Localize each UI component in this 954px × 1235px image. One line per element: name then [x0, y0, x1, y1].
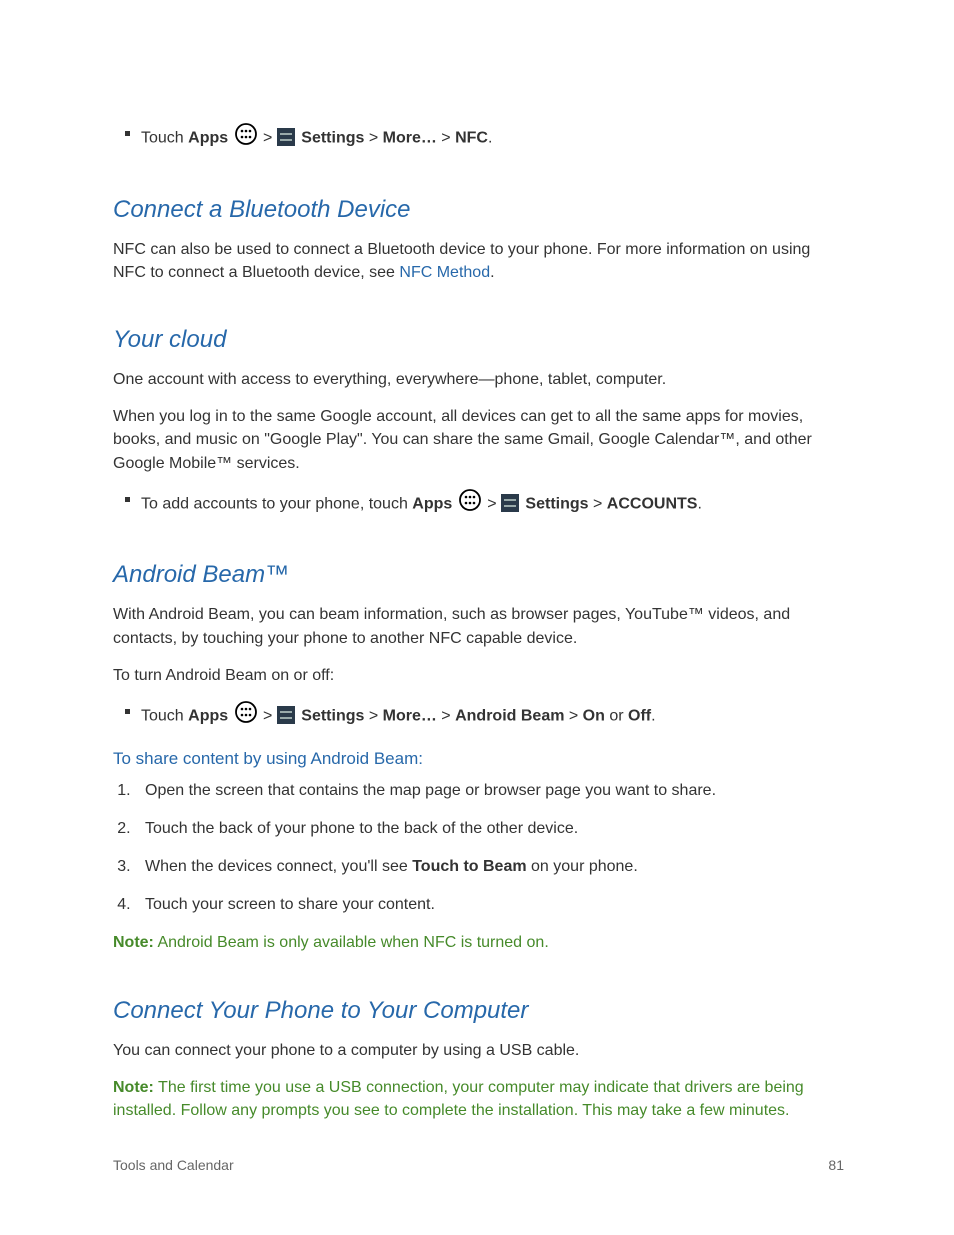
- bullet-list: To add accounts to your phone, touch App…: [113, 489, 844, 520]
- separator: >: [364, 707, 382, 724]
- text: or: [605, 707, 628, 724]
- apps-icon: [235, 123, 257, 154]
- settings-icon: [501, 494, 519, 512]
- subheading-share-content: To share content by using Android Beam:: [113, 749, 844, 769]
- paragraph: NFC can also be used to connect a Blueto…: [113, 238, 844, 284]
- settings-label: Settings: [297, 130, 365, 147]
- paragraph: One account with access to everything, e…: [113, 368, 844, 391]
- text: When the devices connect, you'll see: [145, 858, 412, 875]
- nav-path-list: Touch Apps > Settings > More… > NFC.: [113, 123, 844, 154]
- settings-icon: [277, 128, 295, 146]
- note-text: The first time you use a USB connection,…: [113, 1079, 804, 1119]
- settings-label: Settings: [521, 495, 589, 512]
- more-label: More…: [383, 707, 437, 724]
- separator: >: [564, 707, 582, 724]
- bullet-item: To add accounts to your phone, touch App…: [141, 489, 844, 520]
- separator: >: [589, 495, 607, 512]
- text: .: [490, 264, 494, 281]
- more-label: More…: [383, 130, 437, 147]
- nfc-label: NFC: [455, 130, 488, 147]
- nfc-method-link[interactable]: NFC Method: [399, 264, 490, 281]
- apps-label: Apps: [188, 707, 228, 724]
- step-item: When the devices connect, you'll see Tou…: [135, 855, 844, 879]
- text: Touch: [141, 130, 188, 147]
- page-content: Touch Apps > Settings > More… > NFC. Con…: [0, 0, 954, 1122]
- separator: >: [437, 707, 455, 724]
- separator: >: [437, 130, 455, 147]
- on-label: On: [583, 707, 605, 724]
- heading-connect-bluetooth: Connect a Bluetooth Device: [113, 196, 844, 224]
- separator: >: [259, 130, 277, 147]
- paragraph: When you log in to the same Google accou…: [113, 405, 844, 475]
- apps-label: Apps: [412, 495, 452, 512]
- note-text: Android Beam is only available when NFC …: [154, 934, 549, 951]
- paragraph: To turn Android Beam on or off:: [113, 664, 844, 687]
- android-beam-label: Android Beam: [455, 707, 564, 724]
- apps-icon: [459, 489, 481, 520]
- apps-label: Apps: [188, 130, 228, 147]
- note-label: Note:: [113, 934, 154, 951]
- separator: >: [364, 130, 382, 147]
- text: To add accounts to your phone, touch: [141, 495, 412, 512]
- step-item: Touch your screen to share your content.: [135, 893, 844, 917]
- footer-section-title: Tools and Calendar: [113, 1157, 234, 1173]
- text: on your phone.: [527, 858, 638, 875]
- text: .: [488, 130, 492, 147]
- accounts-label: ACCOUNTS: [607, 495, 698, 512]
- heading-connect-computer: Connect Your Phone to Your Computer: [113, 997, 844, 1025]
- text: .: [651, 707, 655, 724]
- settings-icon: [277, 706, 295, 724]
- touch-to-beam-label: Touch to Beam: [412, 858, 526, 875]
- heading-your-cloud: Your cloud: [113, 326, 844, 354]
- step-item: Touch the back of your phone to the back…: [135, 817, 844, 841]
- settings-label: Settings: [297, 707, 365, 724]
- note: Note: The first time you use a USB conne…: [113, 1076, 844, 1122]
- note: Note: Android Beam is only available whe…: [113, 931, 844, 954]
- page-number: 81: [828, 1157, 844, 1173]
- separator: >: [483, 495, 501, 512]
- text: .: [697, 495, 701, 512]
- apps-icon: [235, 701, 257, 732]
- nav-path-item: Touch Apps > Settings > More… > NFC.: [141, 123, 844, 154]
- off-label: Off: [628, 707, 651, 724]
- heading-android-beam: Android Beam™: [113, 561, 844, 589]
- steps-list: Open the screen that contains the map pa…: [117, 779, 844, 917]
- text: Touch: [141, 707, 188, 724]
- paragraph: You can connect your phone to a computer…: [113, 1039, 844, 1062]
- note-label: Note:: [113, 1079, 154, 1096]
- separator: >: [259, 707, 277, 724]
- bullet-item: Touch Apps > Settings > More… > Android …: [141, 701, 844, 732]
- paragraph: With Android Beam, you can beam informat…: [113, 603, 844, 649]
- step-item: Open the screen that contains the map pa…: [135, 779, 844, 803]
- bullet-list: Touch Apps > Settings > More… > Android …: [113, 701, 844, 732]
- page-footer: Tools and Calendar 81: [113, 1157, 844, 1173]
